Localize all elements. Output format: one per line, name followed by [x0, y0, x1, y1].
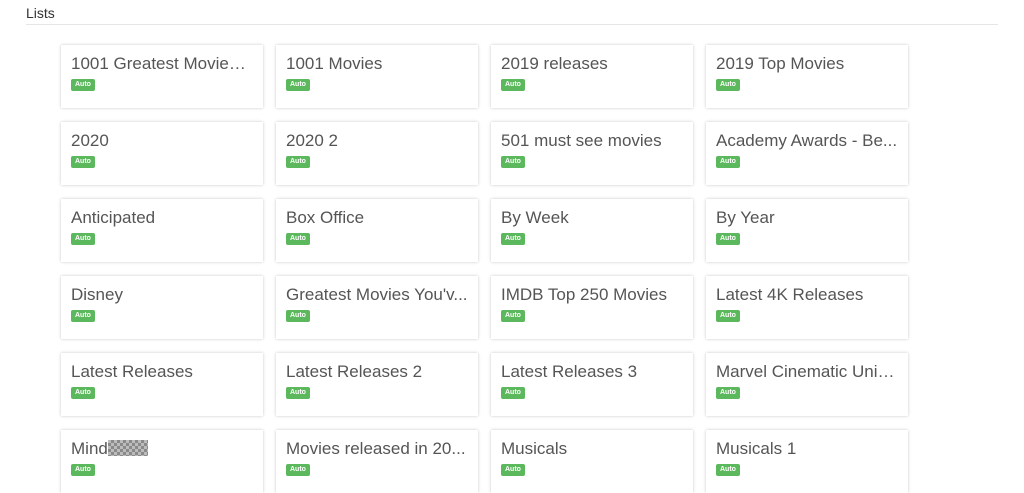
list-card[interactable]: 1001 Movies Auto: [276, 45, 478, 108]
list-card-title: Anticipated: [71, 208, 156, 227]
list-card-title: 501 must see movies: [501, 131, 662, 150]
list-card[interactable]: IMDB Top 250 Movies Auto: [491, 276, 693, 339]
list-card[interactable]: By Week Auto: [491, 199, 693, 262]
auto-badge: Auto: [286, 233, 310, 245]
list-card-title: 2020: [71, 131, 109, 150]
auto-badge: Auto: [286, 387, 310, 399]
auto-badge: Auto: [71, 79, 95, 91]
auto-badge: Auto: [501, 387, 525, 399]
list-card[interactable]: Musicals Auto: [491, 430, 693, 493]
list-card-title: Movies released in 20...: [286, 439, 466, 458]
list-card[interactable]: Latest Releases 3 Auto: [491, 353, 693, 416]
list-card-title: Disney: [71, 285, 123, 304]
list-card[interactable]: 2019 releases Auto: [491, 45, 693, 108]
list-card[interactable]: Marvel Cinematic Univ... Auto: [706, 353, 908, 416]
list-card[interactable]: Movies released in 20... Auto: [276, 430, 478, 493]
auto-badge: Auto: [501, 464, 525, 476]
list-card[interactable]: Box Office Auto: [276, 199, 478, 262]
auto-badge: Auto: [716, 310, 740, 322]
list-card[interactable]: Latest Releases 2 Auto: [276, 353, 478, 416]
list-card-title: IMDB Top 250 Movies: [501, 285, 667, 304]
auto-badge: Auto: [71, 156, 95, 168]
auto-badge: Auto: [501, 233, 525, 245]
auto-badge: Auto: [286, 79, 310, 91]
auto-badge: Auto: [71, 233, 95, 245]
list-card-title: Mind: [71, 439, 108, 458]
list-card-title: Musicals: [501, 439, 568, 458]
list-card-title: Box Office: [286, 208, 365, 227]
auto-badge: Auto: [71, 464, 95, 476]
list-card[interactable]: Latest 4K Releases Auto: [706, 276, 908, 339]
auto-badge: Auto: [501, 156, 525, 168]
list-card-title: Latest Releases 3: [501, 362, 638, 381]
list-card[interactable]: By Year Auto: [706, 199, 908, 262]
list-card[interactable]: Mind Auto: [61, 430, 263, 493]
auto-badge: Auto: [716, 387, 740, 399]
auto-badge: Auto: [286, 156, 310, 168]
list-card[interactable]: Academy Awards - Be... Auto: [706, 122, 908, 185]
list-card-title: Latest Releases: [71, 362, 193, 381]
list-card-title-wrap: Mind: [71, 439, 253, 459]
list-card[interactable]: 2020 2 Auto: [276, 122, 478, 185]
list-card-title: Marvel Cinematic Univ...: [716, 362, 898, 381]
list-card[interactable]: 501 must see movies Auto: [491, 122, 693, 185]
list-card-title: 2019 releases: [501, 54, 608, 73]
auto-badge: Auto: [71, 310, 95, 322]
auto-badge: Auto: [716, 464, 740, 476]
auto-badge: Auto: [286, 464, 310, 476]
list-card[interactable]: Disney Auto: [61, 276, 263, 339]
list-card-title: 2020 2: [286, 131, 338, 150]
list-card[interactable]: 2020 Auto: [61, 122, 263, 185]
auto-badge: Auto: [71, 387, 95, 399]
auto-badge: Auto: [716, 156, 740, 168]
list-card[interactable]: Musicals 1 Auto: [706, 430, 908, 493]
list-card[interactable]: Anticipated Auto: [61, 199, 263, 262]
auto-badge: Auto: [716, 79, 740, 91]
list-card-title: Latest Releases 2: [286, 362, 423, 381]
list-card-title: Academy Awards - Be...: [716, 131, 898, 150]
lists-header: Lists: [26, 5, 998, 25]
list-card-title: By Week: [501, 208, 569, 227]
list-card[interactable]: Greatest Movies You'v... Auto: [276, 276, 478, 339]
list-card[interactable]: 1001 Greatest Movies ... Auto: [61, 45, 263, 108]
list-card-title: 2019 Top Movies: [716, 54, 845, 73]
auto-badge: Auto: [501, 310, 525, 322]
list-card-title: 1001 Greatest Movies ...: [71, 54, 253, 73]
auto-badge: Auto: [501, 79, 525, 91]
list-card[interactable]: 2019 Top Movies Auto: [706, 45, 908, 108]
list-card-title: Latest 4K Releases: [716, 285, 864, 304]
lists-grid: 1001 Greatest Movies ... Auto 1001 Movie…: [61, 45, 909, 493]
auto-badge: Auto: [716, 233, 740, 245]
section-title: Lists: [26, 5, 55, 21]
list-card-title: By Year: [716, 208, 775, 227]
list-card-title: 1001 Movies: [286, 54, 383, 73]
list-card-title: Musicals 1: [716, 439, 797, 458]
auto-badge: Auto: [286, 310, 310, 322]
list-card[interactable]: Latest Releases Auto: [61, 353, 263, 416]
list-card-title: Greatest Movies You'v...: [286, 285, 468, 304]
redacted-text-block: [107, 440, 148, 456]
